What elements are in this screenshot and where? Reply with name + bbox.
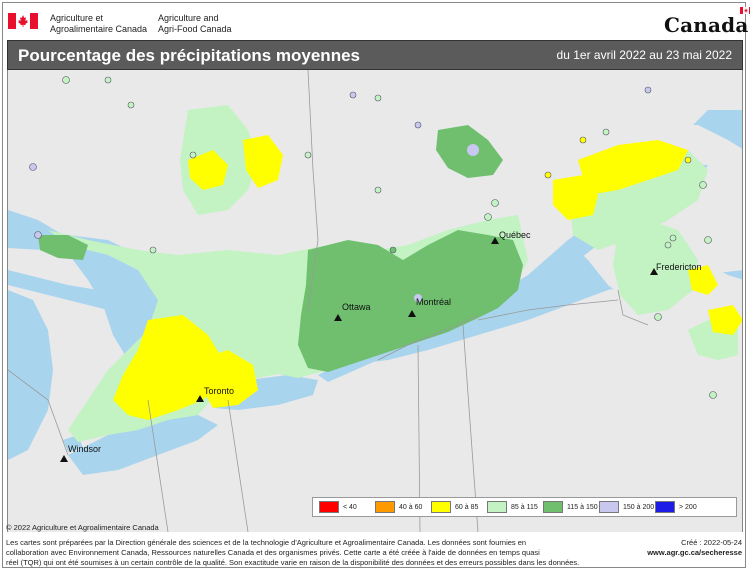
city-label-fredericton: Fredericton bbox=[656, 262, 702, 272]
legend-label: 85 à 115 bbox=[511, 503, 538, 511]
dept-en-line1: Agriculture and bbox=[158, 13, 219, 23]
created-date: Créé : 2022-05-24 bbox=[681, 538, 742, 547]
dept-fr-line1: Agriculture et bbox=[50, 13, 104, 23]
legend-swatch bbox=[319, 501, 339, 513]
legend-label: 60 à 85 bbox=[455, 503, 479, 511]
city-label-toronto: Toronto bbox=[204, 386, 234, 396]
legend-item: > 200 bbox=[655, 501, 705, 513]
drought-url-link[interactable]: www.agr.gc.ca/secheresse bbox=[647, 548, 742, 558]
wordmark-text: Canada bbox=[664, 13, 749, 37]
canada-flag-icon bbox=[8, 13, 38, 29]
city-label-montreal: Montréal bbox=[416, 297, 451, 307]
legend-item: < 40 bbox=[319, 501, 369, 513]
footer-disclaimer: Les cartes sont préparées par la Directi… bbox=[6, 538, 626, 568]
zone-150-200-spot bbox=[467, 144, 479, 156]
precipitation-map: Québec Fredericton Ottawa Montréal Toron… bbox=[7, 70, 743, 532]
city-label-windsor: Windsor bbox=[68, 444, 101, 454]
canada-wordmark: Canada bbox=[664, 7, 750, 37]
legend-swatch bbox=[375, 501, 395, 513]
legend-item: 40 à 60 bbox=[375, 501, 425, 513]
map-canvas: Québec Fredericton Ottawa Montréal Toron… bbox=[8, 70, 742, 532]
legend-swatch bbox=[543, 501, 563, 513]
legend-swatch bbox=[655, 501, 675, 513]
legend-label: > 200 bbox=[679, 503, 697, 511]
legend-label: 40 à 60 bbox=[399, 503, 423, 511]
map-title-bar: Pourcentage des précipitations moyennes … bbox=[7, 40, 743, 70]
footer-note-line: collaboration avec Environnement Canada,… bbox=[6, 548, 540, 557]
legend-label: 115 à 150 bbox=[567, 503, 598, 511]
legend-label: 150 à 200 bbox=[623, 503, 655, 511]
legend-swatch bbox=[487, 501, 507, 513]
department-name-english: Agriculture and Agri-Food Canada bbox=[158, 13, 232, 35]
map-legend: < 40 40 à 60 60 à 85 85 à 115 115 à 150 … bbox=[312, 497, 737, 517]
city-label-quebec: Québec bbox=[499, 230, 531, 240]
map-period: du 1er avril 2022 au 23 mai 2022 bbox=[556, 48, 732, 62]
creation-info: Créé : 2022-05-24 www.agr.gc.ca/secheres… bbox=[647, 538, 742, 558]
government-header: Agriculture et Agroalimentaire Canada Ag… bbox=[0, 0, 750, 40]
copyright-notice: © 2022 Agriculture et Agroalimentaire Ca… bbox=[6, 523, 159, 532]
map-title: Pourcentage des précipitations moyennes bbox=[18, 46, 360, 65]
dept-en-line2: Agri-Food Canada bbox=[158, 24, 232, 34]
legend-item: 150 à 200 bbox=[599, 501, 655, 513]
legend-item: 85 à 115 bbox=[487, 501, 538, 513]
city-label-ottawa: Ottawa bbox=[342, 302, 371, 312]
legend-item: 60 à 85 bbox=[431, 501, 481, 513]
legend-swatch bbox=[599, 501, 619, 513]
wordmark-flag-icon bbox=[739, 7, 750, 14]
legend-swatch bbox=[431, 501, 451, 513]
dept-fr-line2: Agroalimentaire Canada bbox=[50, 24, 148, 34]
legend-label: < 40 bbox=[343, 503, 357, 511]
department-name-french: Agriculture et Agroalimentaire Canada bbox=[50, 13, 147, 35]
legend-item: 115 à 150 bbox=[543, 501, 598, 513]
footer-note-line: Les cartes sont préparées par la Directi… bbox=[6, 538, 527, 547]
footer-note-line: réel (TQR) qui ont été soumises à un cer… bbox=[6, 558, 580, 567]
